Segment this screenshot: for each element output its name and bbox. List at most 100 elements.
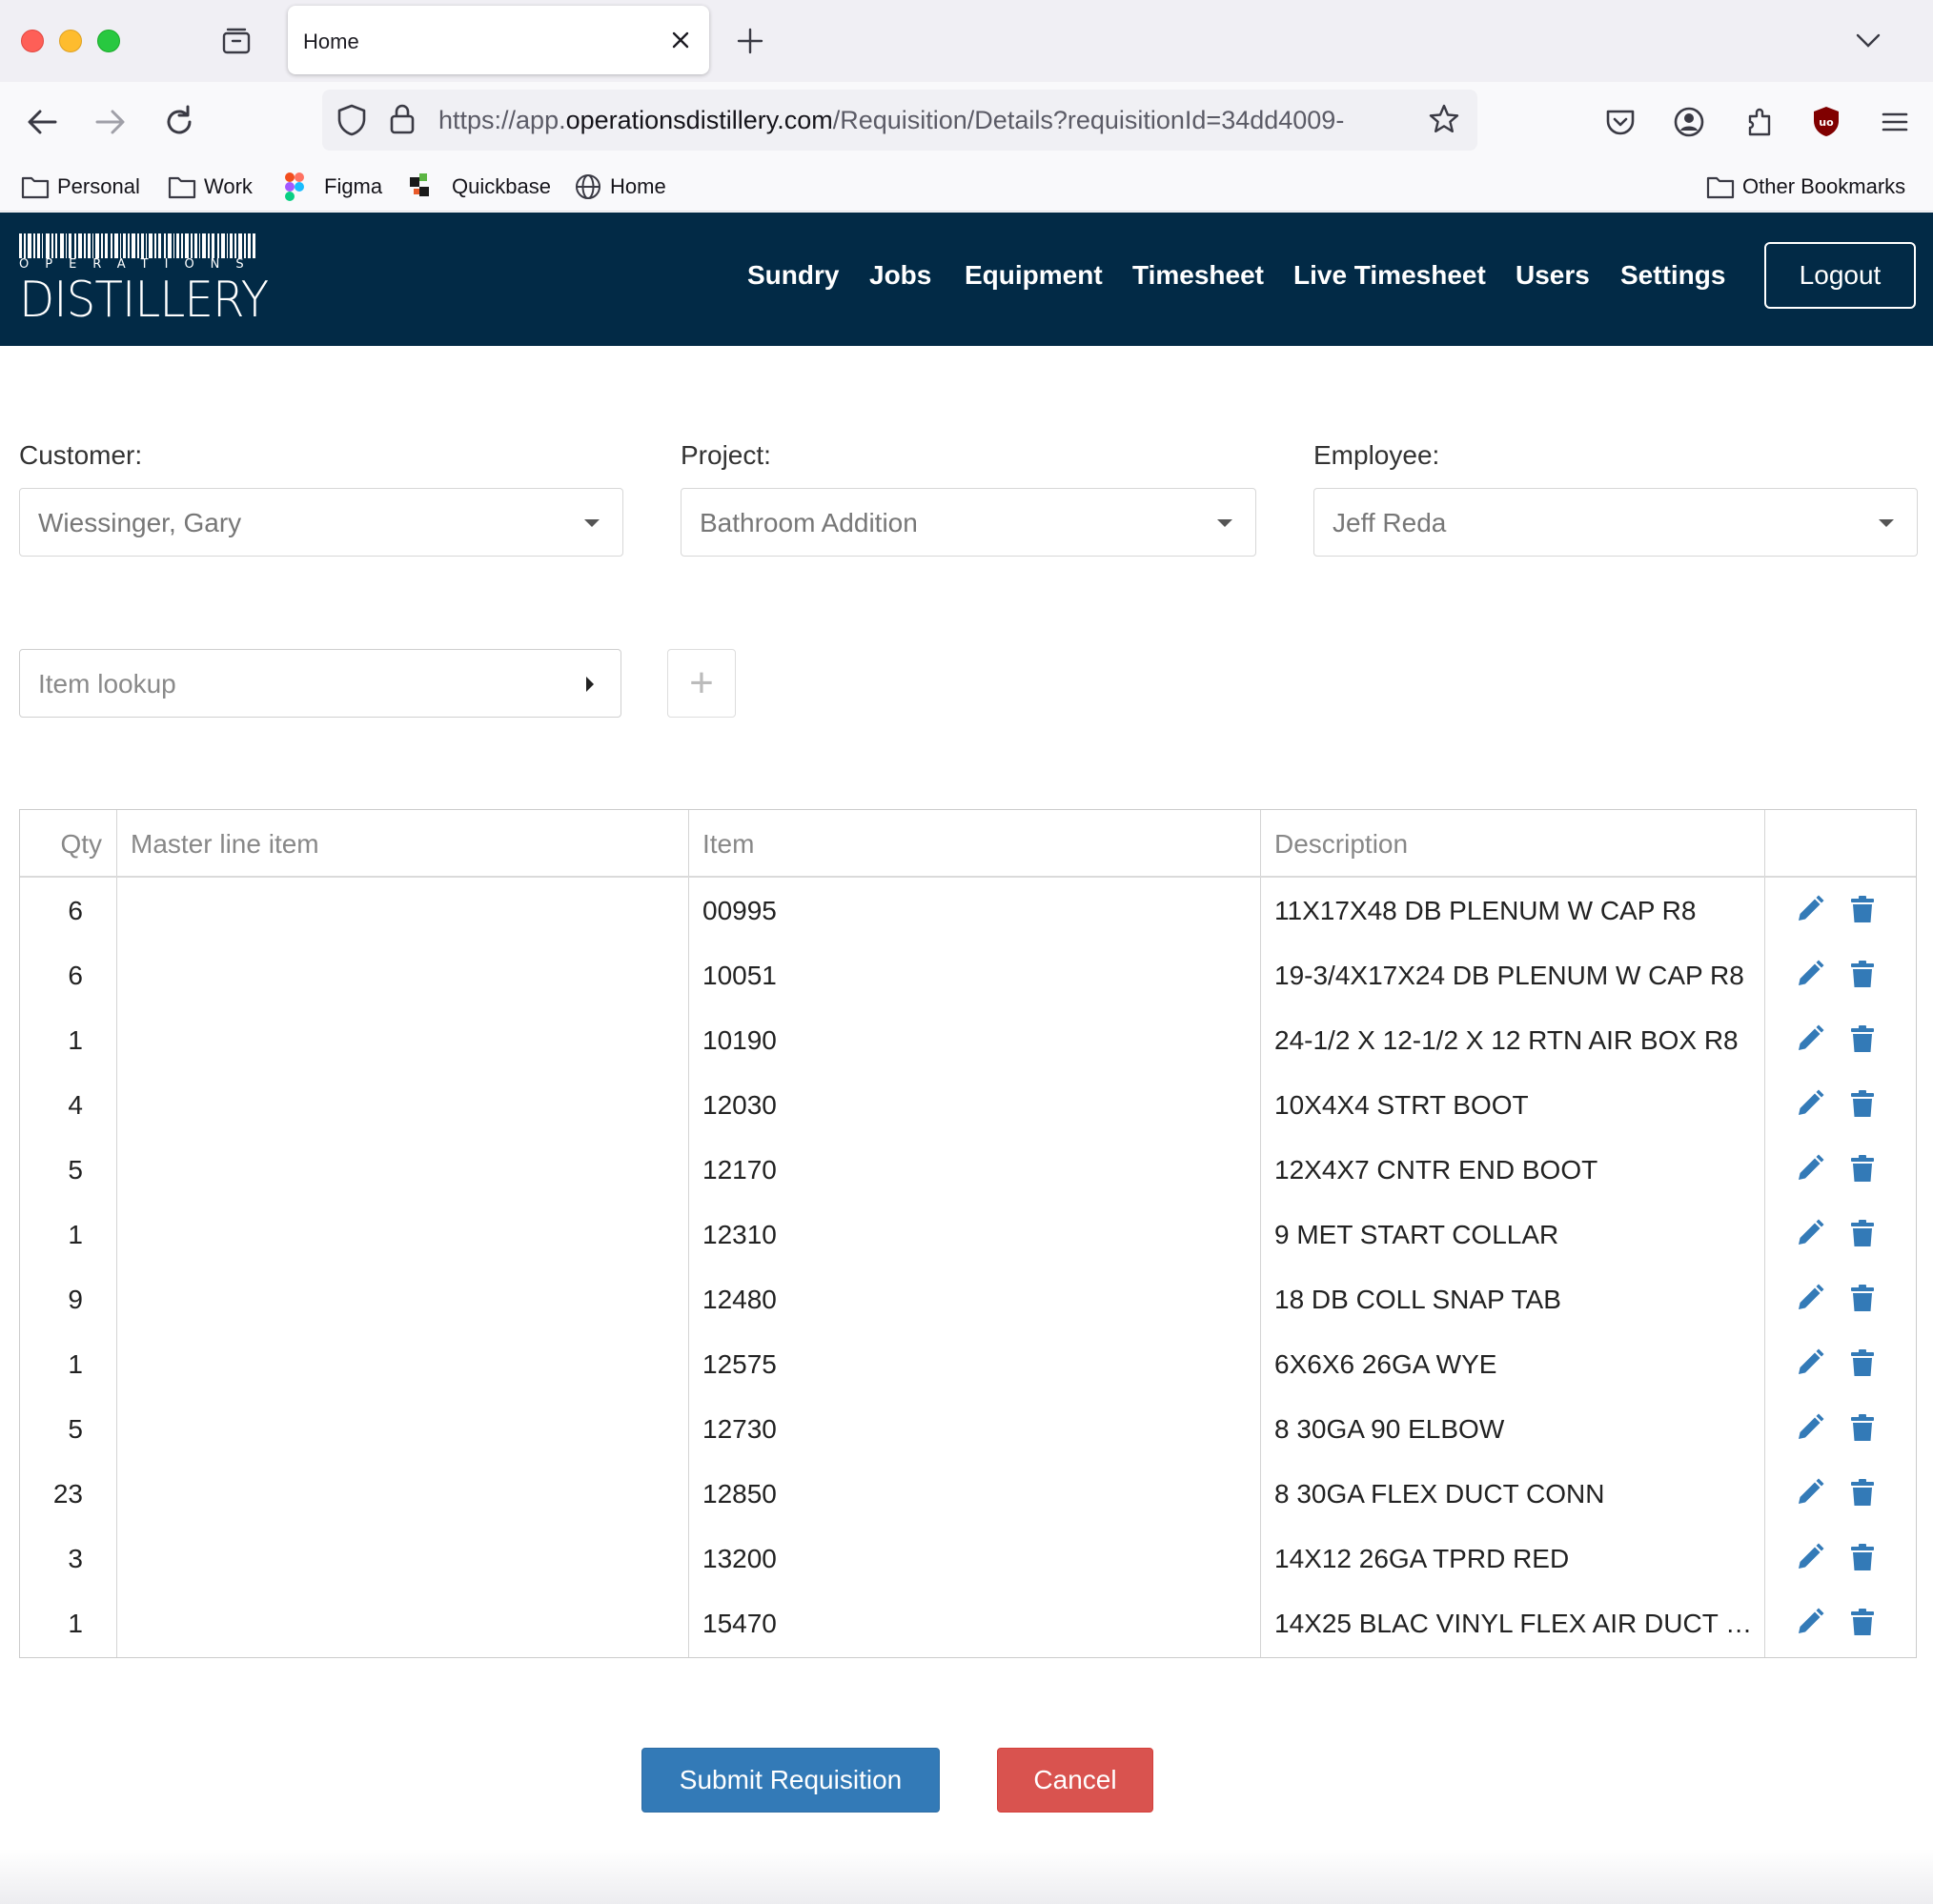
extensions-icon[interactable]: [1740, 103, 1779, 141]
pencil-icon[interactable]: [1795, 1607, 1825, 1637]
nav-equipment[interactable]: Equipment: [965, 260, 1103, 291]
url-text[interactable]: https://app.operationsdistillery.com/Req…: [438, 106, 1411, 135]
logout-button[interactable]: Logout: [1764, 242, 1916, 309]
nav-settings[interactable]: Settings: [1620, 260, 1725, 291]
tab-title: Home: [303, 30, 359, 53]
trash-icon[interactable]: [1847, 1412, 1878, 1443]
table-row[interactable]: 9 12480 18 DB COLL SNAP TAB: [20, 1267, 1916, 1332]
cell-qty: 6: [68, 961, 83, 990]
url-path: /Requisition/Details?requisitionId=34dd4…: [832, 106, 1345, 134]
chevron-down-icon[interactable]: [1855, 29, 1882, 51]
header-separator: [20, 876, 1916, 878]
pocket-icon[interactable]: [1601, 103, 1639, 141]
column-header-item[interactable]: Item: [702, 829, 754, 860]
pencil-icon[interactable]: [1795, 1347, 1825, 1378]
table-row[interactable]: 4 12030 10X4X4 STRT BOOT: [20, 1073, 1916, 1138]
table-row[interactable]: 5 12730 8 30GA 90 ELBOW: [20, 1397, 1916, 1462]
bookmark-figma[interactable]: Figma: [284, 172, 382, 202]
ublock-shield-icon[interactable]: uo: [1807, 103, 1845, 141]
employee-value: Jeff Reda: [1333, 508, 1447, 537]
caret-right-icon: [586, 677, 594, 692]
table-row[interactable]: 5 12170 12X4X7 CNTR END BOOT: [20, 1138, 1916, 1203]
trash-icon[interactable]: [1847, 1088, 1878, 1119]
shield-icon[interactable]: [336, 103, 368, 137]
project-select[interactable]: Bathroom Addition: [681, 488, 1256, 557]
pencil-icon[interactable]: [1795, 1023, 1825, 1054]
table-row[interactable]: 1 12310 9 MET START COLLAR: [20, 1203, 1916, 1267]
table-row[interactable]: 1 10190 24-1/2 X 12-1/2 X 12 RTN AIR BOX R…: [20, 1008, 1916, 1073]
caret-down-icon: [1217, 519, 1232, 527]
pencil-icon[interactable]: [1795, 1153, 1825, 1184]
bookmark-quickbase[interactable]: Quickbase: [410, 172, 551, 202]
trash-icon[interactable]: [1847, 1218, 1878, 1248]
tab-overview-icon[interactable]: [221, 27, 252, 55]
pencil-icon[interactable]: [1795, 959, 1825, 989]
employee-label: Employee:: [1313, 440, 1440, 470]
table-row[interactable]: 6 10051 19-3/4X17X24 DB PLENUM W CAP R8: [20, 943, 1916, 1008]
table-row[interactable]: 3 13200 14X12 26GA TPRD RED: [20, 1527, 1916, 1591]
back-arrow-icon[interactable]: [23, 103, 61, 141]
bookmark-work[interactable]: Work: [168, 172, 253, 202]
cancel-button[interactable]: Cancel: [997, 1748, 1153, 1813]
column-header-master-line-item[interactable]: Master line item: [131, 829, 319, 860]
barcode-icon: [19, 233, 255, 258]
new-tab-plus-icon[interactable]: [736, 27, 764, 55]
trash-icon[interactable]: [1847, 894, 1878, 924]
column-header-qty[interactable]: Qty: [20, 829, 102, 860]
trash-icon[interactable]: [1847, 1283, 1878, 1313]
project-value: Bathroom Addition: [700, 508, 918, 537]
pencil-icon[interactable]: [1795, 1218, 1825, 1248]
table-row[interactable]: 1 12575 6X6X6 26GA WYE: [20, 1332, 1916, 1397]
nav-sundry[interactable]: Sundry: [747, 260, 839, 291]
cell-qty: 5: [68, 1414, 83, 1444]
trash-icon[interactable]: [1847, 1023, 1878, 1054]
lock-icon[interactable]: [389, 103, 416, 135]
trash-icon[interactable]: [1847, 1347, 1878, 1378]
add-item-button[interactable]: +: [667, 649, 736, 718]
browser-tab-active[interactable]: Home: [288, 6, 709, 74]
pencil-icon[interactable]: [1795, 1412, 1825, 1443]
trash-icon[interactable]: [1847, 1153, 1878, 1184]
window-zoom-button[interactable]: [97, 30, 120, 52]
reload-icon[interactable]: [160, 103, 198, 141]
bookmark-personal[interactable]: Personal: [21, 172, 140, 202]
trash-icon[interactable]: [1847, 1542, 1878, 1572]
pencil-icon[interactable]: [1795, 894, 1825, 924]
address-bar[interactable]: https://app.operationsdistillery.com/Req…: [322, 90, 1477, 151]
other-bookmarks[interactable]: Other Bookmarks: [1706, 172, 1905, 202]
nav-live-timesheet[interactable]: Live Timesheet: [1293, 260, 1486, 291]
table-row[interactable]: 23 12850 8 30GA FLEX DUCT CONN: [20, 1462, 1916, 1527]
nav-users[interactable]: Users: [1516, 260, 1590, 291]
employee-select[interactable]: Jeff Reda: [1313, 488, 1918, 557]
bookmark-star-icon[interactable]: [1428, 103, 1460, 135]
bookmarks-toolbar: Personal Work Figma Quickbase Home Other…: [0, 162, 1933, 212]
trash-icon[interactable]: [1847, 1607, 1878, 1637]
account-icon[interactable]: [1670, 103, 1708, 141]
nav-jobs[interactable]: Jobs: [869, 260, 931, 291]
bookmark-home[interactable]: Home: [574, 172, 666, 202]
cell-item: 00995: [702, 896, 777, 925]
forward-arrow-icon[interactable]: [92, 103, 130, 141]
hamburger-menu-icon[interactable]: [1876, 103, 1914, 141]
pencil-icon[interactable]: [1795, 1542, 1825, 1572]
customer-select[interactable]: Wiessinger, Gary: [19, 488, 623, 557]
trash-icon[interactable]: [1847, 959, 1878, 989]
pencil-icon[interactable]: [1795, 1477, 1825, 1508]
cell-description: 18 DB COLL SNAP TAB: [1274, 1285, 1561, 1314]
item-lookup-input[interactable]: Item lookup: [19, 649, 621, 718]
window-minimize-button[interactable]: [59, 30, 82, 52]
nav-timesheet[interactable]: Timesheet: [1132, 260, 1264, 291]
window-close-button[interactable]: [21, 30, 44, 52]
close-icon[interactable]: [669, 29, 692, 51]
page-bottom-shade: [0, 1849, 1933, 1904]
submit-requisition-button[interactable]: Submit Requisition: [641, 1748, 940, 1813]
brand-logo[interactable]: OPERATIONS DISTILLERY: [17, 232, 269, 329]
table-row[interactable]: 6 00995 11X17X48 DB PLENUM W CAP R8: [20, 879, 1916, 943]
pencil-icon[interactable]: [1795, 1283, 1825, 1313]
url-host: operationsdistillery.com: [565, 106, 833, 134]
figma-icon: [285, 172, 304, 201]
trash-icon[interactable]: [1847, 1477, 1878, 1508]
column-header-description[interactable]: Description: [1274, 829, 1408, 860]
pencil-icon[interactable]: [1795, 1088, 1825, 1119]
table-row[interactable]: 1 15470 14X25 BLAC VINYL FLEX AIR DUCT …: [20, 1591, 1916, 1656]
